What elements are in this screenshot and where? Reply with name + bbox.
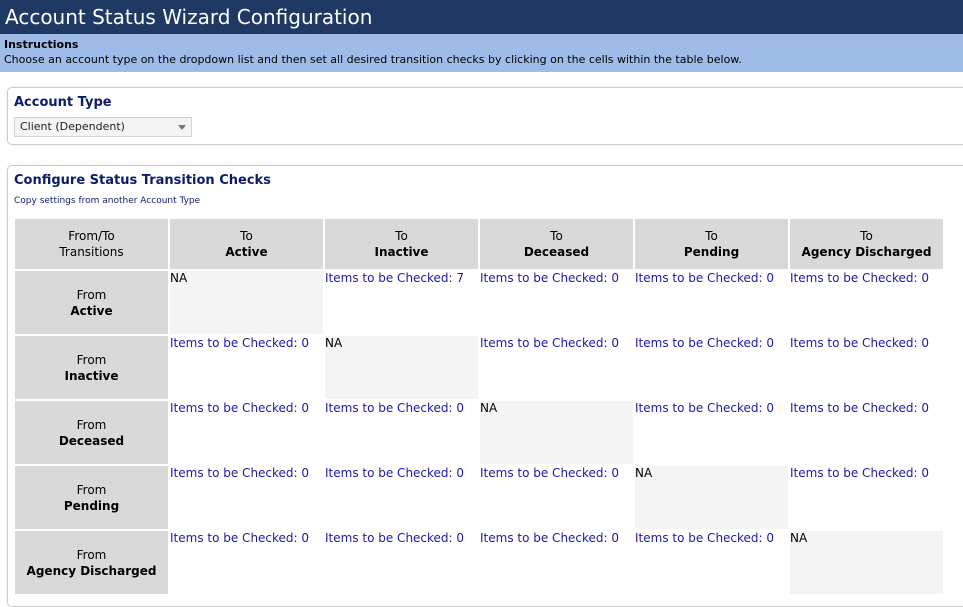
table-header-row: From/To Transitions To Active To Inactive To… xyxy=(15,219,943,269)
transition-cell-link[interactable]: Items to be Checked: 0 xyxy=(325,531,478,594)
table-row: From Agency Discharged Items to be Checked… xyxy=(15,531,943,594)
transition-cell-link[interactable]: Items to be Checked: 0 xyxy=(790,466,943,529)
transition-checks-title: Configure Status Transition Checks xyxy=(14,173,271,188)
window-title: Account Status Wizard Configuration xyxy=(0,0,963,34)
transition-cell-link[interactable]: Items to be Checked: 0 xyxy=(170,401,323,464)
row-header-inactive: From Inactive xyxy=(15,336,168,399)
row-header-prefix: From xyxy=(76,547,107,562)
instructions-banner: Instructions Choose an account type on t… xyxy=(0,34,963,72)
corner-line2: Transitions xyxy=(59,245,124,259)
transition-cell-link[interactable]: Items to be Checked: 0 xyxy=(480,466,633,529)
transition-cell-link[interactable]: Items to be Checked: 0 xyxy=(790,271,943,334)
table-row: From Pending Items to be Checked: 0 Items t… xyxy=(15,466,943,529)
transition-cell-link[interactable]: Items to be Checked: 0 xyxy=(635,401,788,464)
row-header-name: Pending xyxy=(63,498,120,513)
column-header-deceased: To Deceased xyxy=(480,219,633,269)
row-header-agency-discharged: From Agency Discharged xyxy=(15,531,168,594)
transition-cell-link[interactable]: Items to be Checked: 0 xyxy=(325,401,478,464)
row-header-name: Deceased xyxy=(58,433,125,448)
transition-cell-na: NA xyxy=(170,271,323,334)
transition-cell-link[interactable]: Items to be Checked: 0 xyxy=(635,271,788,334)
transition-cell-na: NA xyxy=(480,401,633,464)
copy-settings-link[interactable]: Copy settings from another Account Type xyxy=(14,196,200,206)
column-header-name: Deceased xyxy=(523,245,590,259)
instructions-text: Choose an account type on the dropdown l… xyxy=(4,53,742,66)
column-header-name: Agency Discharged xyxy=(801,245,932,259)
row-header-name: Inactive xyxy=(64,368,119,383)
instructions-title: Instructions xyxy=(4,38,79,51)
transition-cell-link[interactable]: Items to be Checked: 7 xyxy=(325,271,478,334)
column-header-active: To Active xyxy=(170,219,323,269)
transition-cell-link[interactable]: Items to be Checked: 0 xyxy=(325,466,478,529)
row-header-name: Agency Discharged xyxy=(26,563,157,578)
row-header-prefix: From xyxy=(76,482,107,497)
chevron-down-icon[interactable] xyxy=(178,125,186,130)
column-header-prefix: To xyxy=(550,229,563,243)
transition-cell-link[interactable]: Items to be Checked: 0 xyxy=(480,336,633,399)
corner-line1: From/To xyxy=(68,229,115,243)
table-row: From Active NA Items to be Checked: 7 Items … xyxy=(15,271,943,334)
column-header-prefix: To xyxy=(705,229,718,243)
transition-cell-na: NA xyxy=(325,336,478,399)
column-header-pending: To Pending xyxy=(635,219,788,269)
transition-cell-link[interactable]: Items to be Checked: 0 xyxy=(170,336,323,399)
transition-cell-link[interactable]: Items to be Checked: 0 xyxy=(635,531,788,594)
transition-cell-link[interactable]: Items to be Checked: 0 xyxy=(480,271,633,334)
transition-cell-link[interactable]: Items to be Checked: 0 xyxy=(170,531,323,594)
column-header-name: Inactive xyxy=(374,245,429,259)
row-header-name: Active xyxy=(70,303,113,318)
column-header-prefix: To xyxy=(395,229,408,243)
transition-table: From/To Transitions To Active To Inactive To… xyxy=(13,217,945,596)
row-header-prefix: From xyxy=(76,352,107,367)
transition-cell-link[interactable]: Items to be Checked: 0 xyxy=(635,336,788,399)
transition-cell-na: NA xyxy=(635,466,788,529)
account-type-dropdown[interactable]: Client (Dependent) xyxy=(14,117,192,137)
row-header-pending: From Pending xyxy=(15,466,168,529)
transition-cell-link[interactable]: Items to be Checked: 0 xyxy=(790,401,943,464)
table-row: From Deceased Items to be Checked: 0 Items … xyxy=(15,401,943,464)
column-header-agency-discharged: To Agency Discharged xyxy=(790,219,943,269)
account-type-selected: Client (Dependent) xyxy=(20,120,125,133)
column-header-name: Active xyxy=(225,245,268,259)
account-type-label: Account Type xyxy=(14,95,112,110)
column-header-prefix: To xyxy=(240,229,253,243)
column-header-inactive: To Inactive xyxy=(325,219,478,269)
corner-header: From/To Transitions xyxy=(15,219,168,269)
column-header-prefix: To xyxy=(860,229,873,243)
row-header-prefix: From xyxy=(76,287,107,302)
row-header-active: From Active xyxy=(15,271,168,334)
row-header-prefix: From xyxy=(76,417,107,432)
transition-cell-link[interactable]: Items to be Checked: 0 xyxy=(170,466,323,529)
transition-cell-na: NA xyxy=(790,531,943,594)
row-header-deceased: From Deceased xyxy=(15,401,168,464)
column-header-name: Pending xyxy=(683,245,740,259)
table-row: From Inactive Items to be Checked: 0 NA Item… xyxy=(15,336,943,399)
transition-cell-link[interactable]: Items to be Checked: 0 xyxy=(480,531,633,594)
account-type-panel: Account Type Client (Dependent) xyxy=(7,87,963,145)
transition-cell-link[interactable]: Items to be Checked: 0 xyxy=(790,336,943,399)
